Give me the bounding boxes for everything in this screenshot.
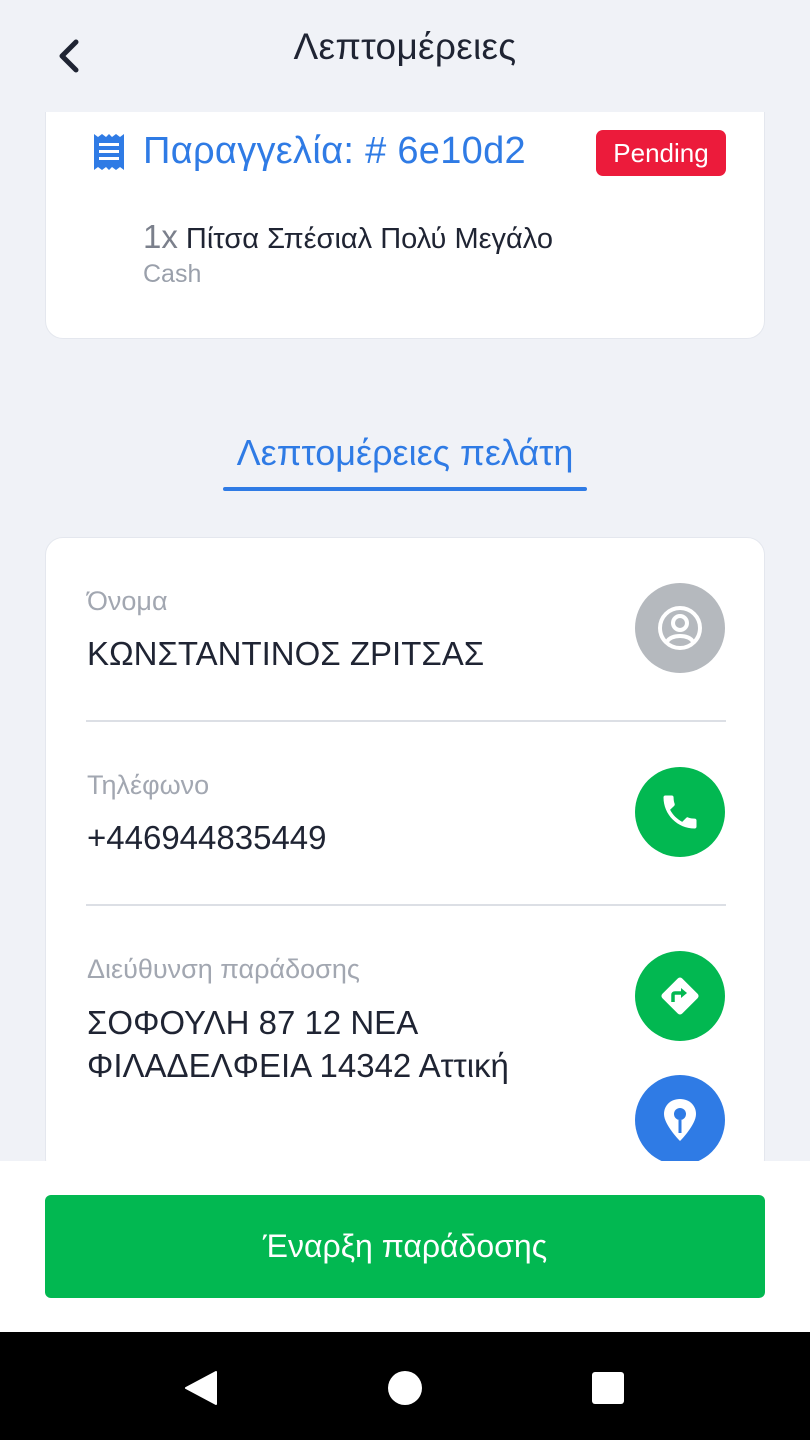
phone-icon [663,795,697,829]
customer-card: Όνομα ΚΩΝΣΤΑΝΤΙΝΟΣ ΖΡΙΤΣΑΣ Τηλέφωνο +446… [45,537,765,1177]
address-label: Διεύθυνση παράδοσης [87,954,360,984]
order-card: Παραγγελία: # 6e10d2 Pending 1x Πίτσα Σπ… [45,112,765,339]
nav-recents-button[interactable] [586,1366,630,1410]
order-item: 1x Πίτσα Σπέσιαλ Πολύ Μεγάλο [143,218,553,256]
page-title: Λεπτομέρειες [293,26,517,67]
square-recents-icon [592,1372,624,1404]
app-header: Λεπτομέρειες [0,0,810,112]
order-title: Παραγγελία: # 6e10d2 [143,130,526,172]
map-button[interactable] [635,1075,725,1165]
map-pin-icon [664,1099,696,1141]
divider [86,904,726,906]
divider [86,720,726,722]
directions-button[interactable] [635,951,725,1041]
directions-icon [661,977,699,1015]
phone-label: Τηλέφωνο [87,770,210,800]
status-badge: Pending [596,130,726,176]
receipt-icon [94,134,124,170]
item-name: Πίτσα Σπέσιαλ Πολύ Μεγάλο [185,223,553,255]
system-navigation-bar [0,1332,810,1440]
profile-button[interactable] [635,583,725,673]
name-label: Όνομα [87,586,168,616]
payment-method: Cash [143,260,202,288]
bottom-action-bar: Έναρξη παράδοσης [0,1161,810,1332]
item-quantity: 1x [143,218,178,255]
call-button[interactable] [635,767,725,857]
circle-home-icon [388,1371,422,1405]
phone-value: +446944835449 [87,819,327,856]
address-line-1: ΣΟΦΟΥΛΗ 87 12 ΝΕΑ [87,1004,419,1041]
user-circle-icon [658,606,702,650]
tab-customer-details[interactable]: Λεπτομέρειες πελάτη [223,432,587,474]
triangle-back-icon [185,1371,217,1405]
nav-back-button[interactable] [178,1366,222,1410]
nav-home-button[interactable] [383,1366,427,1410]
start-delivery-button[interactable]: Έναρξη παράδοσης [45,1195,765,1298]
tab-underline [223,487,587,491]
name-value: ΚΩΝΣΤΑΝΤΙΝΟΣ ΖΡΙΤΣΑΣ [87,635,485,672]
address-line-2: ΦΙΛΑΔΕΛΦΕΙΑ 14342 Αττική [87,1047,509,1084]
